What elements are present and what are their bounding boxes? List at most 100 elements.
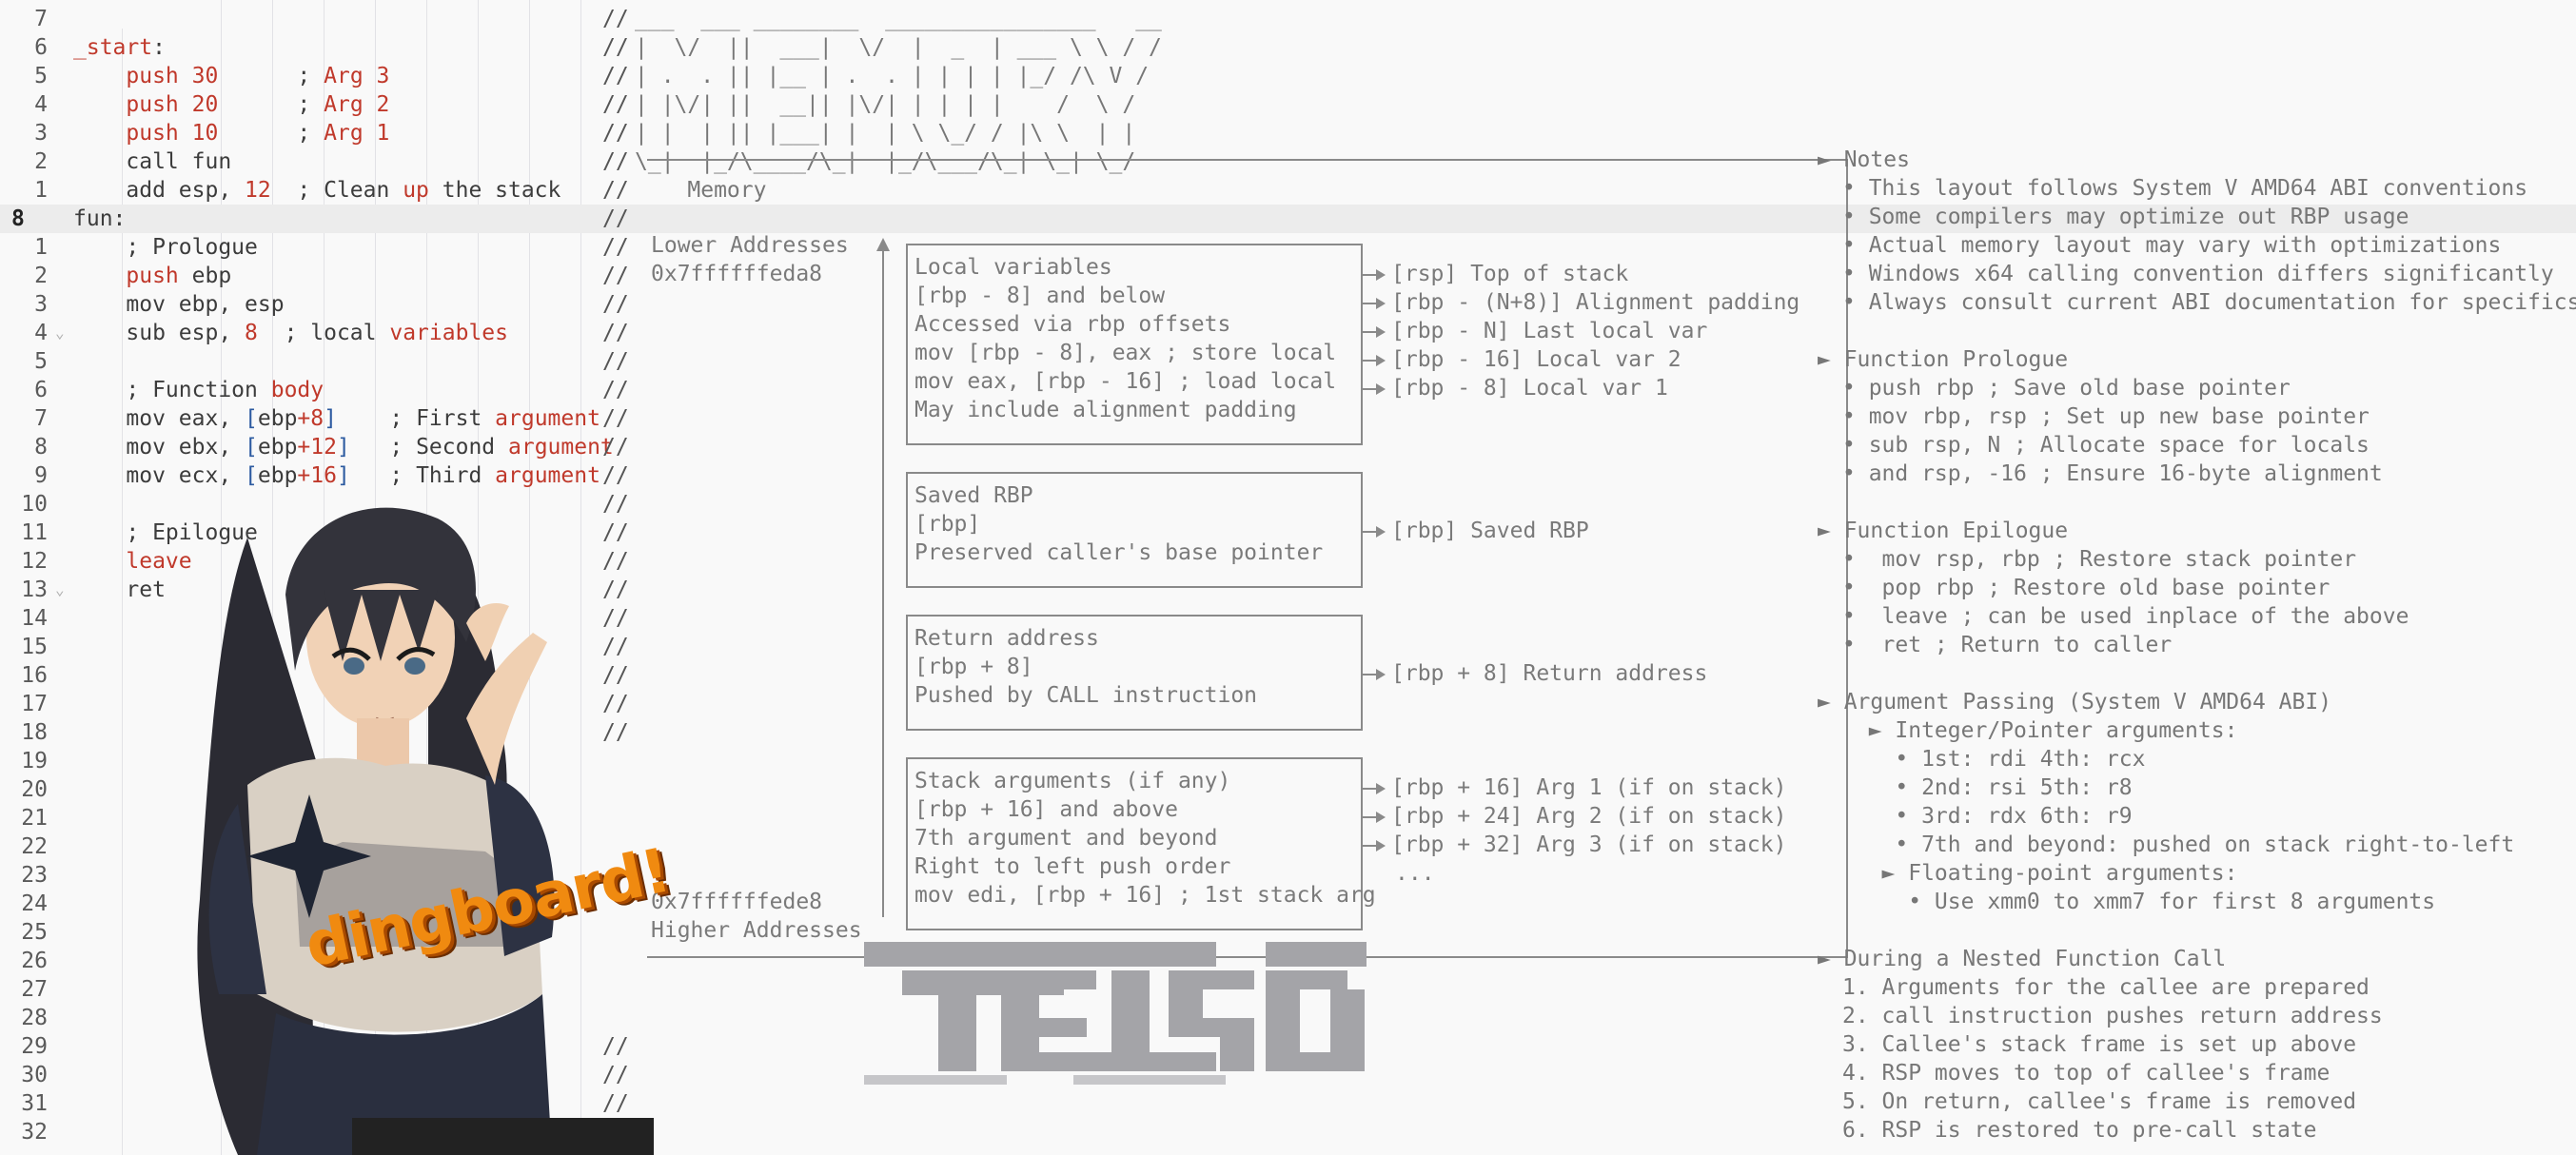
teso-block-logo: [864, 942, 1367, 1085]
pointer-label: [rbp + 16] Arg 1 (if on stack): [1391, 775, 1787, 800]
code-text: push 20 ; Arg 2: [126, 92, 390, 117]
saved-rbp-box: Saved RBP [rbp] Preserved caller's base po…: [906, 472, 1363, 588]
line-number: 27: [21, 977, 48, 1002]
higher-address-value: 0x7ffffffede8: [651, 890, 823, 914]
memory-box-line: [rbp - 8] and below: [914, 284, 1166, 308]
comment-marker: //: [602, 406, 629, 431]
return-address-box: Return address [rbp + 8] Pushed by CALL in…: [906, 615, 1363, 731]
line-number: 21: [21, 806, 48, 831]
line-number: 15: [21, 635, 48, 659]
line-number: 6: [34, 35, 48, 60]
memory-box-line: mov edi, [rbp + 16] ; 1st stack arg: [914, 883, 1376, 908]
code-text: mov ebx, [ebp+12] ; Second argument: [73, 435, 614, 460]
code-line[interactable]: 5 push 30 ; Arg 3 //| . . || |__ | . . | …: [0, 62, 2576, 90]
comment-marker: //: [602, 178, 629, 203]
pointer-label: ...: [1395, 861, 1435, 886]
comment-marker: //: [602, 121, 629, 146]
comment-marker: //: [602, 235, 629, 260]
code-text: push 10 ; Arg 1: [126, 121, 390, 146]
line-number: 7: [34, 7, 48, 31]
line-number: 1: [34, 178, 48, 203]
line-number: 32: [21, 1120, 48, 1145]
line-number: 10: [21, 492, 48, 517]
line-number: 23: [21, 863, 48, 888]
line-number: 22: [21, 834, 48, 859]
notes-section-title: ► Notes: [1818, 147, 1910, 172]
notes-item: 6. RSP is restored to pre-call state: [1842, 1118, 2317, 1143]
code-text: sub esp, 8 ; local variables: [73, 321, 508, 345]
notes-item: • This layout follows System V AMD64 ABI…: [1842, 176, 2528, 201]
pointer-label: [rbp - 8] Local var 1: [1391, 376, 1668, 401]
notes-item: • and rsp, -16 ; Ensure 16-byte alignmen…: [1842, 461, 2383, 486]
memory-box-line: Local variables: [914, 255, 1112, 280]
notes-item: ► Floating-point arguments:: [1842, 861, 2238, 886]
ascii-art-text: ___ ___ ________ ________________ __: [635, 7, 1162, 31]
notes-item: 1. Arguments for the callee are prepared: [1842, 975, 2370, 1000]
code-line[interactable]: 4 push 20 ; Arg 2 //| |\/| || __|| |\/| |…: [0, 90, 2576, 119]
local-variables-box: Local variables [rbp - 8] and below Access…: [906, 244, 1363, 445]
comment-marker: //: [602, 35, 629, 60]
higher-addresses-label: Higher Addresses: [651, 918, 862, 943]
pointer-arrow-icon: [1363, 812, 1386, 823]
memory-box-line: Saved RBP: [914, 483, 1033, 508]
line-number: 1: [34, 235, 48, 260]
notes-item: • ret ; Return to caller: [1842, 633, 2173, 657]
code-line[interactable]: 3 push 10 ; Arg 1 //| | | || |___| | | \ …: [0, 119, 2576, 147]
notes-section-title: ► Function Prologue: [1818, 347, 2069, 372]
line-number: 3: [34, 292, 48, 317]
lower-address-value: 0x7ffffffeda8: [651, 262, 823, 286]
pointer-arrow-icon: [1363, 355, 1386, 366]
comment-marker: //: [602, 463, 629, 488]
line-number: 13: [21, 578, 48, 602]
pointer-arrow-icon: [1363, 326, 1386, 338]
line-number: 19: [21, 749, 48, 773]
notes-item: • mov rbp, rsp ; Set up new base pointer: [1842, 404, 2370, 429]
pointer-label: [rbp - N] Last local var: [1391, 319, 1708, 343]
pointer-label: [rbp + 24] Arg 2 (if on stack): [1391, 804, 1787, 829]
notes-item: 4. RSP moves to top of callee's frame: [1842, 1061, 2330, 1086]
lower-addresses-label: Lower Addresses: [651, 233, 849, 258]
pointer-arrow-icon: [1363, 383, 1386, 395]
code-line[interactable]: 6 _start: //| \/ || ___| \/ | _ | ___ \ \ …: [0, 33, 2576, 62]
code-text: mov eax, [ebp+8] ; First argument: [73, 406, 600, 431]
notes-item: • 3rd: rdx 6th: r9: [1842, 804, 2133, 829]
notes-item: • pop rbp ; Restore old base pointer: [1842, 576, 2330, 600]
fold-chevron-icon[interactable]: ⌄: [55, 576, 65, 604]
line-number: 7: [34, 406, 48, 431]
line-number: 8: [34, 435, 48, 460]
memory-box-line: Pushed by CALL instruction: [914, 683, 1258, 708]
memory-box-line: [rbp]: [914, 512, 981, 537]
comment-marker: //: [602, 206, 629, 231]
memory-box-line: Return address: [914, 626, 1099, 651]
code-line[interactable]: 7 //___ ___ ________ ________________ __: [0, 5, 2576, 33]
ascii-art-text: | | | || |___| | | \ \_/ / |\ \ | |: [635, 121, 1136, 146]
ascii-art-text: | \/ || ___| \/ | _ | ___ \ \ / /: [635, 35, 1162, 60]
line-number: 17: [21, 692, 48, 716]
pointer-arrow-icon: [1363, 269, 1386, 281]
fold-chevron-icon[interactable]: ⌄: [55, 319, 65, 347]
comment-marker: //: [602, 64, 629, 88]
notes-item: • push rbp ; Save old base pointer: [1842, 376, 2291, 401]
notes-item: ► Integer/Pointer arguments:: [1842, 718, 2238, 743]
line-number: 9: [34, 463, 48, 488]
memory-box-line: [rbp + 8]: [914, 655, 1033, 679]
notes-item: • Actual memory layout may vary with opt…: [1842, 233, 2502, 258]
line-number: 8: [11, 206, 25, 231]
pointer-arrow-icon: [1363, 298, 1386, 309]
line-number: 24: [21, 891, 48, 916]
line-number: 6: [34, 378, 48, 402]
line-number: 5: [34, 64, 48, 88]
memory-box-line: mov eax, [rbp - 16] ; load local: [914, 369, 1337, 394]
memory-box-line: Accessed via rbp offsets: [914, 312, 1231, 337]
line-number: 4: [34, 92, 48, 117]
line-number: 2: [34, 149, 48, 174]
line-number: 20: [21, 777, 48, 802]
stack-arguments-box: Stack arguments (if any) [rbp + 16] and a…: [906, 757, 1376, 930]
comment-marker: //: [602, 378, 629, 402]
pointer-arrow-icon: [1363, 669, 1386, 680]
pointer-arrow-icon: [1363, 526, 1386, 538]
notes-section-title: ► During a Nested Function Call: [1818, 947, 2227, 971]
comment-marker: //: [602, 149, 629, 174]
code-text: add esp, 12 ; Clean up the stack: [73, 178, 561, 203]
memory-box-line: Preserved caller's base pointer: [914, 540, 1324, 565]
